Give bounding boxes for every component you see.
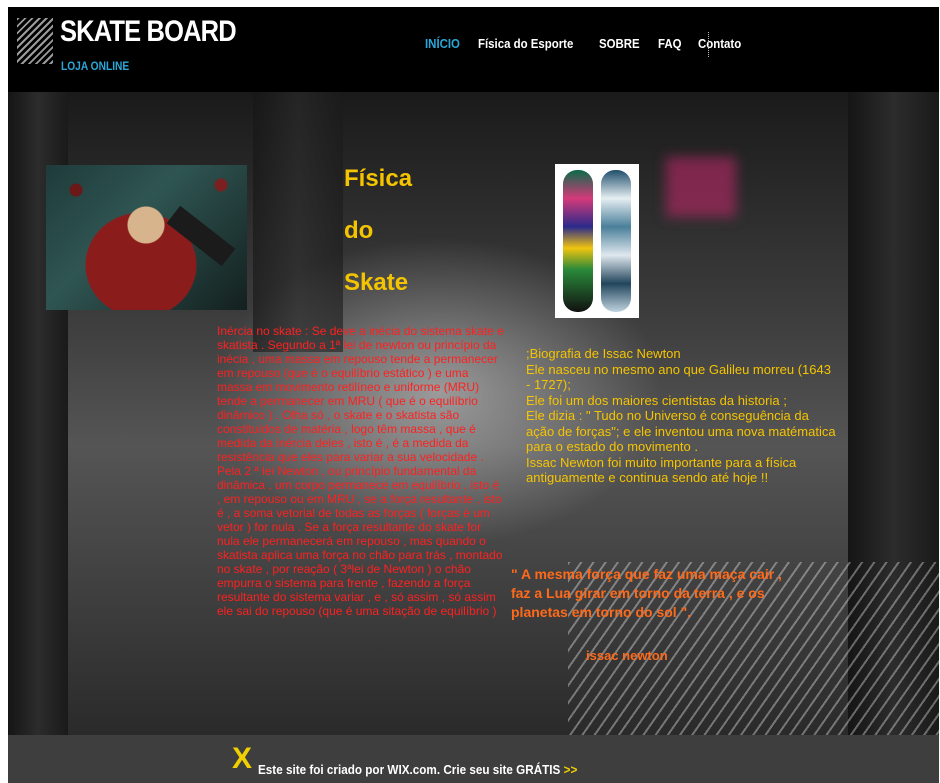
wix-footer-banner[interactable]: X Este site foi criado por WIX.com. Crie…: [8, 735, 939, 783]
footer-prefix: Este site foi criado por: [258, 762, 385, 777]
brand-subtitle: LOJA ONLINE: [61, 59, 130, 73]
page-title-line-2: do: [344, 217, 374, 244]
main-nav: INÍCIO Física do Esporte SOBRE FAQ Conta…: [425, 36, 747, 51]
nav-faq[interactable]: FAQ: [658, 36, 682, 51]
footer-wix-brand[interactable]: WIX.com: [387, 762, 436, 777]
newton-quote: " A mesma força que faz uma maça cair , …: [511, 566, 782, 620]
brand-title[interactable]: SKATE BOARD: [60, 15, 237, 49]
bio-line: Ele dizia : " Tudo no Universo é consegu…: [526, 408, 836, 454]
site-frame: SKATE BOARD LOJA ONLINE INÍCIO Física do…: [8, 7, 939, 783]
site-header: SKATE BOARD LOJA ONLINE INÍCIO Física do…: [8, 7, 939, 92]
newton-painting-image: [46, 165, 247, 310]
logo-stripes-icon[interactable]: [17, 18, 53, 64]
wix-x-logo-icon: X: [232, 742, 253, 775]
nav-sobre[interactable]: SOBRE: [599, 36, 640, 51]
nav-inicio[interactable]: INÍCIO: [425, 36, 460, 51]
inertia-paragraph: Inércia no skate : Se deve a inécia do s…: [217, 324, 504, 618]
page-title-line-3: Skate: [344, 269, 409, 296]
bio-line: Ele nasceu no mesmo ano que Galileu morr…: [526, 361, 831, 393]
wix-footer-text[interactable]: Este site foi criado por WIX.com. Crie s…: [258, 762, 577, 777]
quote-author: issac newton: [586, 648, 668, 663]
nav-fisica-do-esporte[interactable]: Física do Esporte: [478, 36, 573, 51]
skateboard-deck: [563, 170, 593, 312]
bio-line: ;Biografia de Issac Newton: [526, 346, 681, 361]
bio-line: Issac Newton foi muito importante para a…: [526, 454, 797, 486]
nav-contato[interactable]: Contato: [698, 36, 741, 51]
nav-divider: [708, 32, 710, 57]
footer-suffix: . Crie seu site GRÁTIS: [436, 762, 561, 777]
footer-arrows: >>: [563, 762, 578, 777]
newton-biography: ;Biografia de Issac Newton Ele nasceu no…: [526, 346, 836, 486]
page-title-line-1: Física: [344, 165, 413, 192]
background-building: [253, 92, 343, 352]
bio-line: Ele foi um dos maiores cientistas da his…: [526, 392, 787, 408]
main-content: Física do Skate Inércia no skate : Se de…: [8, 92, 939, 735]
telescope-shape: [166, 205, 236, 267]
blurred-decoration: [666, 157, 736, 217]
skateboard-deck: [601, 170, 631, 312]
skateboards-image: [555, 164, 639, 318]
